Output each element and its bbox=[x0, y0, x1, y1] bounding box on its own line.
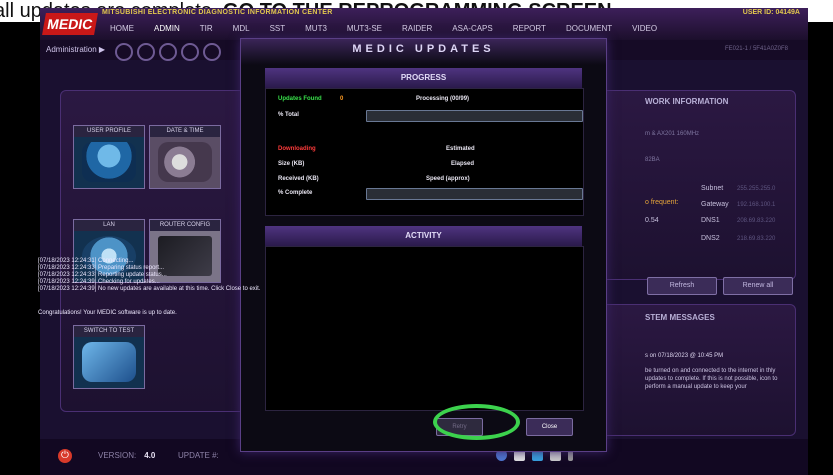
clock-icon bbox=[158, 142, 212, 182]
message-body: be turned on and connected to the intern… bbox=[645, 368, 778, 390]
close-button[interactable]: Close bbox=[526, 418, 573, 436]
adapter-text: m & AX201 160MHz bbox=[645, 131, 700, 137]
tab-tir[interactable]: TIR bbox=[190, 22, 223, 35]
user-id: USER ID: 04149A bbox=[743, 9, 800, 16]
dialog-title: MEDIC UPDATES bbox=[352, 43, 495, 55]
elapsed-label: Elapsed bbox=[451, 161, 475, 167]
version-value: 4.0 bbox=[144, 451, 156, 460]
step-circle-icon bbox=[115, 43, 133, 61]
updates-found-count: 0 bbox=[340, 96, 344, 102]
congratulations-message: Congratulations! Your MEDIC software is … bbox=[38, 310, 177, 316]
panel-title: WORK INFORMATION bbox=[645, 97, 729, 106]
step-circle-icon bbox=[181, 43, 199, 61]
step-circle-icon bbox=[159, 43, 177, 61]
log-line: [07/18/2023 12:24:31] Connecting... bbox=[38, 258, 134, 264]
subnet-value: 255.255.255.0 bbox=[737, 186, 776, 192]
tab-report[interactable]: REPORT bbox=[503, 22, 556, 35]
breadcrumb[interactable]: Administration ▶ bbox=[46, 45, 105, 54]
complete-progress-bar bbox=[366, 188, 583, 200]
tile-label: SWITCH TO TEST bbox=[74, 326, 144, 337]
estimated-label: Estimated bbox=[446, 146, 475, 152]
step-circle-icon bbox=[137, 43, 155, 61]
speed-label: Speed (approx) bbox=[426, 176, 470, 182]
received-label: Received (KB) bbox=[278, 176, 319, 182]
tab-admin[interactable]: ADMIN bbox=[144, 22, 190, 35]
refresh-button[interactable]: Refresh bbox=[647, 277, 717, 295]
step-circle-icon bbox=[203, 43, 221, 61]
tab-raider[interactable]: RAIDER bbox=[392, 22, 442, 35]
highlight-circle bbox=[433, 404, 520, 440]
gateway-value: 192.168.100.1 bbox=[737, 202, 776, 208]
tile-user-profile[interactable]: USER PROFILE bbox=[73, 125, 145, 189]
medic-logo: MEDIC bbox=[42, 13, 98, 35]
mac-text: 82BA bbox=[645, 157, 660, 163]
panel-title: STEM MESSAGES bbox=[645, 313, 715, 322]
total-progress-bar bbox=[366, 110, 583, 122]
power-icon[interactable]: ⏻ bbox=[58, 449, 72, 463]
tab-home[interactable]: HOME bbox=[100, 22, 144, 35]
log-line: [07/18/2023 12:24:39] Checking for updat… bbox=[38, 279, 160, 285]
user-id-label: USER ID: bbox=[742, 9, 774, 16]
tile-label: ROUTER CONFIG bbox=[150, 220, 220, 231]
frequency-value: 0.54 bbox=[645, 217, 659, 224]
update-number: UPDATE #: bbox=[178, 451, 219, 460]
tab-video[interactable]: VIDEO bbox=[622, 22, 667, 35]
tile-label: LAN bbox=[74, 220, 144, 231]
admin-tiles-panel: USER PROFILE DATE & TIME LAN ROUTER CONF… bbox=[60, 90, 262, 412]
total-label: % Total bbox=[278, 112, 299, 118]
tab-asa-caps[interactable]: ASA-CAPS bbox=[442, 22, 502, 35]
updates-found-label: Updates Found bbox=[278, 96, 322, 102]
step-indicators bbox=[115, 43, 221, 61]
subnet-label: Subnet bbox=[701, 185, 724, 192]
dns2-value: 218.69.83.220 bbox=[737, 236, 776, 242]
app-title: MITSUBISHI ELECTRONIC DIAGNOSTIC INFORMA… bbox=[102, 9, 333, 16]
progress-header: PROGRESS bbox=[265, 68, 582, 88]
device-id: FE021-1 / 5F41A0Z0F8 bbox=[724, 46, 788, 52]
dns1-label: DNS1 bbox=[701, 217, 720, 224]
log-line: [07/18/2023 12:24:33] Reporting update s… bbox=[38, 272, 167, 278]
activity-header: ACTIVITY bbox=[265, 226, 582, 246]
tab-document[interactable]: DOCUMENT bbox=[556, 22, 622, 35]
tile-label: USER PROFILE bbox=[74, 126, 144, 137]
processing-status: Processing (00/99) bbox=[416, 96, 470, 102]
medic-updates-dialog: MEDIC UPDATES PROGRESS Updates Found 0 P… bbox=[240, 38, 607, 452]
frequency-label: o frequent: bbox=[645, 199, 679, 206]
version-label: VERSION: bbox=[98, 451, 137, 460]
dns1-value: 208.69.83.220 bbox=[737, 218, 776, 224]
complete-label: % Complete bbox=[278, 190, 313, 196]
user-profile-icon bbox=[82, 142, 136, 182]
gateway-label: Gateway bbox=[701, 201, 729, 208]
message-date: s on 07/18/2023 @ 10:45 PM bbox=[645, 353, 724, 359]
user-id-value: 04149A bbox=[775, 9, 800, 16]
nav-tabs: HOME ADMIN TIR MDL SST MUT3 MUT3-SE RAID… bbox=[100, 22, 667, 35]
version-info: VERSION: 4.0 bbox=[98, 451, 155, 460]
renew-all-button[interactable]: Renew all bbox=[723, 277, 793, 295]
tile-label: DATE & TIME bbox=[150, 126, 220, 137]
tile-switch-to-test[interactable]: SWITCH TO TEST bbox=[73, 325, 145, 389]
tab-mdl[interactable]: MDL bbox=[223, 22, 260, 35]
top-navigation: MEDIC MITSUBISHI ELECTRONIC DIAGNOSTIC I… bbox=[40, 8, 808, 40]
tab-sst[interactable]: SST bbox=[260, 22, 296, 35]
tab-mut3[interactable]: MUT3 bbox=[295, 22, 337, 35]
log-line: [07/18/2023 12:24:39] No new updates are… bbox=[38, 286, 261, 292]
network-info-panel: WORK INFORMATION m & AX201 160MHz 82BA o… bbox=[598, 90, 796, 295]
tab-mut3-se[interactable]: MUT3-SE bbox=[337, 22, 392, 35]
switch-arrow-icon bbox=[82, 342, 136, 382]
tile-date-time[interactable]: DATE & TIME bbox=[149, 125, 221, 189]
progress-section: Updates Found 0 Processing (00/99) % Tot… bbox=[265, 88, 584, 216]
system-messages-panel: STEM MESSAGES s on 07/18/2023 @ 10:45 PM… bbox=[598, 304, 796, 436]
downloading-label: Downloading bbox=[278, 146, 316, 152]
log-line: [07/18/2023 12:24:33] Preparing status r… bbox=[38, 265, 165, 271]
size-label: Size (KB) bbox=[278, 161, 305, 167]
activity-log: [07/18/2023 12:24:31] Connecting... [07/… bbox=[38, 258, 338, 293]
dns2-label: DNS2 bbox=[701, 235, 720, 242]
